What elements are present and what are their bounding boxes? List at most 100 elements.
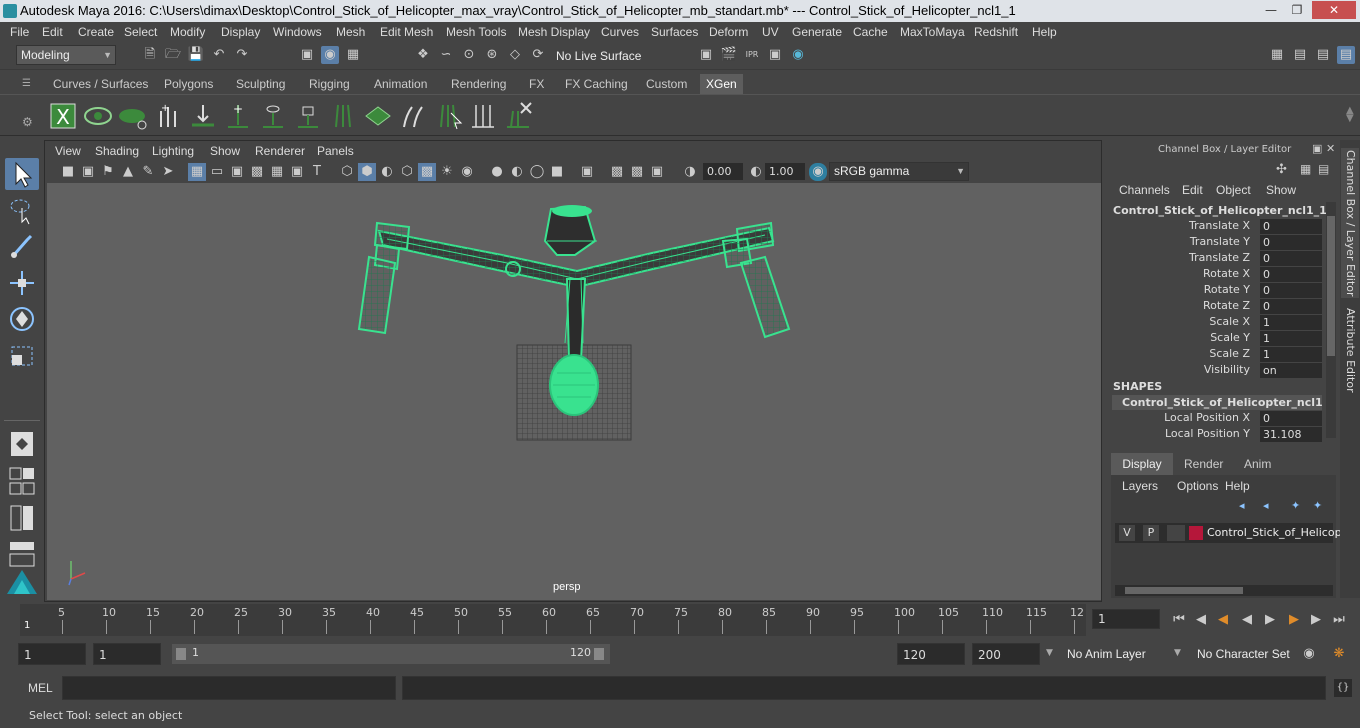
anim-layer-dropdown[interactable]: No Anim Layer xyxy=(1062,643,1164,665)
step-back-icon[interactable]: ◀ xyxy=(1192,611,1210,629)
panel-layout-icon[interactable]: ▤ xyxy=(1318,162,1329,176)
tab-custom[interactable]: Custom xyxy=(640,74,693,94)
play-backward-icon[interactable]: ◀ xyxy=(1238,611,1256,629)
helicopter-control-stick-model[interactable] xyxy=(47,183,1101,600)
xgen-guide-visibility-icon[interactable] xyxy=(258,101,288,131)
attr-value[interactable]: 31.108 xyxy=(1260,427,1322,442)
go-to-end-icon[interactable]: ⏭ xyxy=(1330,611,1348,629)
layer-visibility-toggle[interactable]: V xyxy=(1119,525,1135,541)
mode-dropdown[interactable]: Modeling ▼ xyxy=(16,45,116,65)
attr-value[interactable]: 1 xyxy=(1260,347,1322,362)
attribute-editor-toggle-icon[interactable]: ▤ xyxy=(1291,46,1309,64)
scrollbar-thumb[interactable] xyxy=(1327,216,1335,356)
tab-curves-surfaces[interactable]: Curves / Surfaces xyxy=(47,74,154,94)
color-space-dropdown[interactable]: sRGB gamma ▼ xyxy=(829,162,969,181)
attr-value[interactable]: 0 xyxy=(1260,299,1322,314)
layer-row[interactable]: V P Control_Stick_of_Helicop xyxy=(1115,523,1342,543)
xgen-sculpt-guide-icon[interactable] xyxy=(188,101,218,131)
tool-settings-toggle-icon[interactable]: ▤ xyxy=(1314,46,1332,64)
close-panel-icon[interactable]: ✕ xyxy=(1326,142,1335,155)
resolution-gate-icon[interactable]: ▣ xyxy=(228,163,246,181)
rotate-tool[interactable] xyxy=(5,303,39,335)
snap-point-icon[interactable]: ⊙ xyxy=(460,46,478,64)
xray-joints-icon[interactable]: ▩ xyxy=(628,163,646,181)
go-to-start-icon[interactable]: ⏮ xyxy=(1170,611,1188,629)
panel-options-icon[interactable]: ▦ xyxy=(1300,162,1311,176)
menu-surfaces[interactable]: Surfaces xyxy=(651,25,698,39)
save-scene-icon[interactable]: 💾 xyxy=(187,46,205,64)
command-language-label[interactable]: MEL xyxy=(28,681,53,695)
gate-mask-icon[interactable]: ▩ xyxy=(248,163,266,181)
tab-channel-box[interactable]: Channel Box / Layer Editor xyxy=(1341,148,1359,298)
xgen-guide-strands-icon[interactable] xyxy=(328,101,358,131)
scale-tool[interactable] xyxy=(5,340,39,372)
select-hierarchy-icon[interactable]: ▣ xyxy=(298,46,316,64)
shape-node-name[interactable]: Control_Stick_of_Helicopter_ncl1_1S... xyxy=(1112,395,1322,410)
xgen-density-icon[interactable] xyxy=(363,101,393,131)
safe-title-icon[interactable]: T xyxy=(308,163,326,181)
exposure-field[interactable]: 0.00 xyxy=(703,163,743,180)
vp-menu-panels[interactable]: Panels xyxy=(317,144,354,158)
paint-select-tool[interactable] xyxy=(5,230,39,262)
move-layer-up-icon[interactable]: ◂ xyxy=(1239,499,1245,512)
step-forward-icon[interactable]: ▶ xyxy=(1307,611,1325,629)
four-layout-button[interactable] xyxy=(5,466,39,498)
xgen-add-guide-icon[interactable]: + xyxy=(153,101,183,131)
maximize-button[interactable]: ❐ xyxy=(1284,1,1310,19)
move-layer-down-icon[interactable]: ◂ xyxy=(1263,499,1269,512)
outliner-layout-button[interactable] xyxy=(5,502,39,534)
select-component-icon[interactable]: ▦ xyxy=(344,46,362,64)
tab-attribute-editor[interactable]: Attribute Editor xyxy=(1341,306,1359,394)
menu-curves[interactable]: Curves xyxy=(601,25,639,39)
cb-menu-channels[interactable]: Channels xyxy=(1119,183,1170,197)
attr-value[interactable]: 0 xyxy=(1260,219,1322,234)
open-scene-icon[interactable]: 🗁 xyxy=(164,46,182,64)
range-start-handle[interactable] xyxy=(176,648,186,660)
float-panel-icon[interactable]: ▣ xyxy=(1312,142,1322,155)
tab-rendering[interactable]: Rendering xyxy=(445,74,512,94)
menu-file[interactable]: File xyxy=(10,25,29,39)
menu-cache[interactable]: Cache xyxy=(853,25,888,39)
menu-mesh-display[interactable]: Mesh Display xyxy=(518,25,590,39)
playback-end-field[interactable]: 120 xyxy=(897,643,965,665)
redo-icon[interactable]: ↷ xyxy=(233,46,251,64)
layer-menu-options[interactable]: Options xyxy=(1177,479,1218,493)
menu-create[interactable]: Create xyxy=(78,25,114,39)
menu-uv[interactable]: UV xyxy=(762,25,779,39)
ipr-render-icon[interactable]: IPR xyxy=(743,46,761,64)
xgen-lock-guide-icon[interactable] xyxy=(293,101,323,131)
vp-menu-show[interactable]: Show xyxy=(210,144,240,158)
field-chart-icon[interactable]: ▦ xyxy=(268,163,286,181)
lasso-tool[interactable] xyxy=(5,194,39,226)
cb-menu-object[interactable]: Object xyxy=(1216,183,1251,197)
menu-generate[interactable]: Generate xyxy=(792,25,842,39)
grease-pencil-icon[interactable]: ✎ xyxy=(139,163,157,181)
smooth-shade-icon[interactable]: ⬢ xyxy=(358,163,376,181)
render-frame-icon[interactable]: ▣ xyxy=(697,46,715,64)
wireframe-on-shaded-icon[interactable]: ⬡ xyxy=(398,163,416,181)
character-set-dropdown[interactable]: No Character Set xyxy=(1192,643,1292,665)
exposure-icon[interactable]: ◑ xyxy=(681,163,699,181)
animation-start-field[interactable]: 1 xyxy=(18,643,86,665)
xgen-hide-icon[interactable] xyxy=(118,101,148,131)
vp-menu-shading[interactable]: Shading xyxy=(95,144,139,158)
menu-display[interactable]: Display xyxy=(221,25,260,39)
new-scene-icon[interactable]: 🗎 xyxy=(141,46,159,64)
undo-icon[interactable]: ↶ xyxy=(210,46,228,64)
menu-modify[interactable]: Modify xyxy=(170,25,205,39)
shelf-settings-icon[interactable]: ⚙ xyxy=(22,115,33,129)
tab-rigging[interactable]: Rigging xyxy=(303,74,356,94)
tab-xgen[interactable]: XGen xyxy=(700,74,743,94)
attr-value[interactable]: on xyxy=(1260,363,1322,378)
layer-hscrollbar[interactable] xyxy=(1115,585,1333,596)
minimize-button[interactable]: — xyxy=(1258,1,1284,19)
layer-display-type[interactable] xyxy=(1167,525,1185,541)
script-editor-icon[interactable]: {} xyxy=(1334,679,1352,697)
xgen-delete-guide-icon[interactable] xyxy=(503,101,533,131)
render-sequence-icon[interactable]: 🎬 xyxy=(720,46,738,64)
selected-object-name[interactable]: Control_Stick_of_Helicopter_ncl1_1 xyxy=(1113,204,1327,217)
bookmark-icon[interactable]: ⚑ xyxy=(99,163,117,181)
make-live-icon[interactable]: ⟳ xyxy=(529,46,547,64)
select-tool[interactable] xyxy=(5,158,39,190)
new-layer-selected-icon[interactable]: ✦ xyxy=(1313,499,1322,512)
